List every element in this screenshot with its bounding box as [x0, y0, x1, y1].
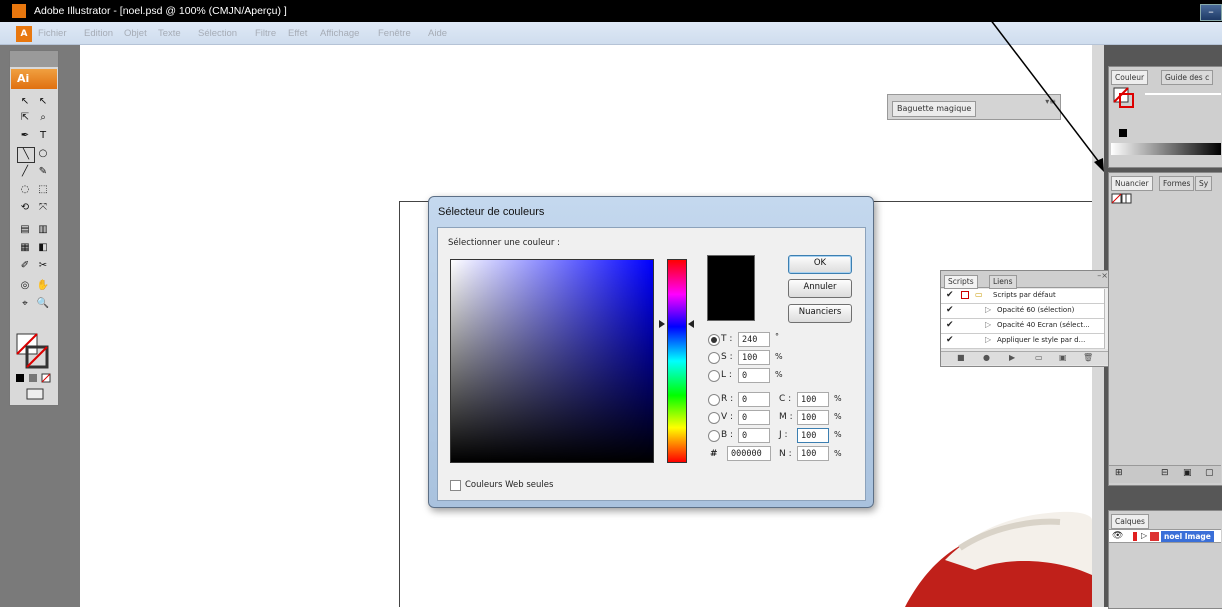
annotation-arrow-icon: [976, 1, 1104, 172]
